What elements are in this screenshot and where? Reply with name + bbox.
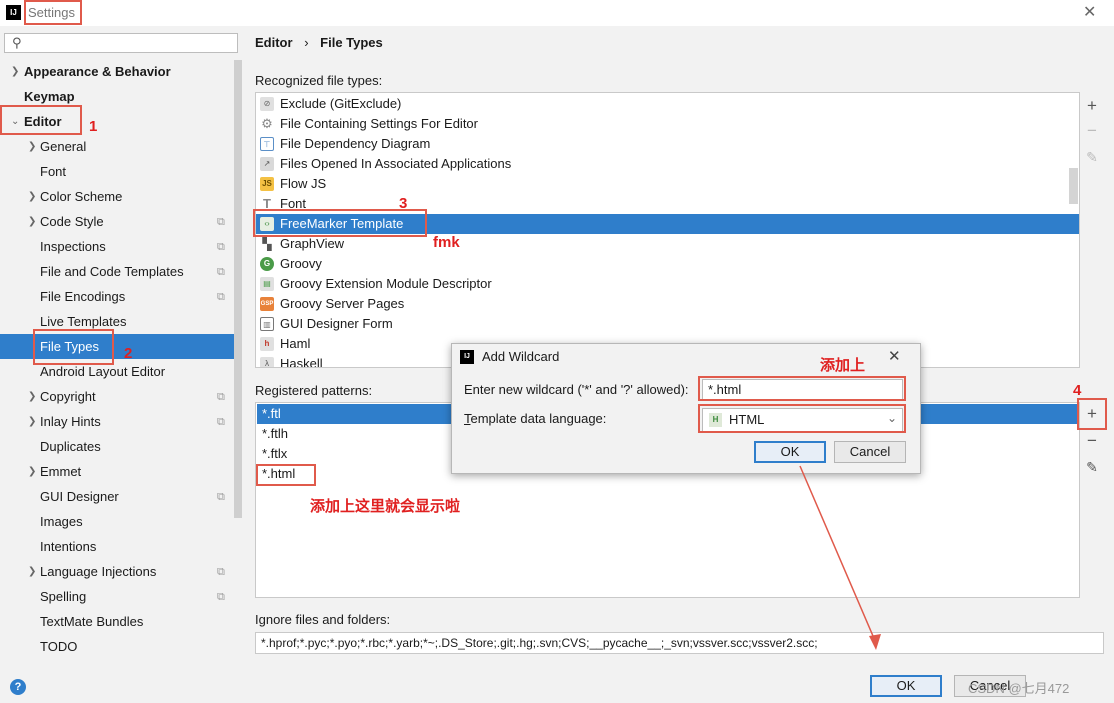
annotation-arrow-head [869,634,881,650]
annotation-arrow [799,465,881,650]
annotation-arrow-line [799,465,877,644]
